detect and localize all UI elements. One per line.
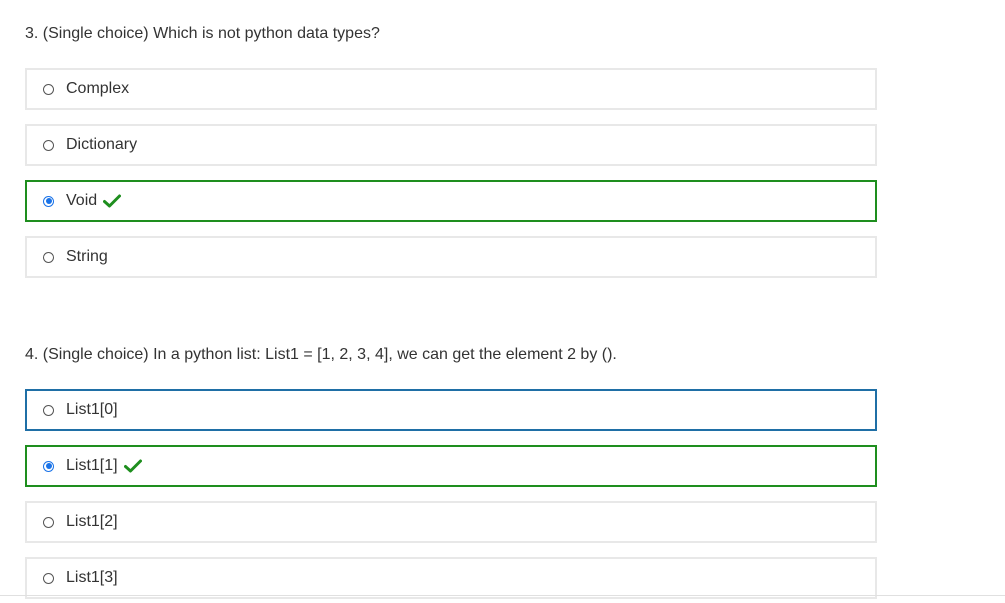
q3-option-void[interactable]: Void — [25, 180, 877, 222]
q4-option-list1-0[interactable]: List1[0] — [25, 389, 877, 431]
radio-button-icon[interactable] — [43, 516, 54, 528]
q4-option-label: List1[2] — [66, 513, 118, 530]
q3-option-label: Dictionary — [66, 136, 138, 153]
question-3-text: 3. (Single choice) Which is not python d… — [25, 25, 380, 42]
q3-option-string[interactable]: String — [25, 236, 877, 278]
radio-button-icon[interactable] — [43, 139, 54, 151]
q4-option-list1-3[interactable]: List1[3] — [25, 557, 877, 599]
radio-button-icon[interactable] — [43, 404, 54, 416]
bottom-divider — [0, 595, 1005, 596]
q3-option-complex[interactable]: Complex — [25, 68, 877, 110]
radio-button-icon[interactable] — [43, 251, 54, 263]
radio-button-icon[interactable] — [43, 572, 54, 584]
radio-button-icon[interactable] — [43, 460, 54, 472]
q3-option-label: Complex — [66, 80, 130, 97]
q3-option-label: Void — [66, 192, 98, 209]
q4-option-label: List1[0] — [66, 401, 118, 418]
q4-option-list1-2[interactable]: List1[2] — [25, 501, 877, 543]
check-mark-icon — [103, 194, 122, 208]
q4-option-label: List1[1] — [66, 457, 118, 474]
question-4-text: 4. (Single choice) In a python list: Lis… — [25, 346, 617, 363]
q4-option-list1-1[interactable]: List1[1] — [25, 445, 877, 487]
radio-button-icon[interactable] — [43, 83, 54, 95]
radio-button-icon[interactable] — [43, 195, 54, 207]
q3-option-label: String — [66, 248, 108, 265]
q4-option-label: List1[3] — [66, 569, 118, 586]
check-mark-icon — [123, 459, 142, 473]
q3-option-dictionary[interactable]: Dictionary — [25, 124, 877, 166]
